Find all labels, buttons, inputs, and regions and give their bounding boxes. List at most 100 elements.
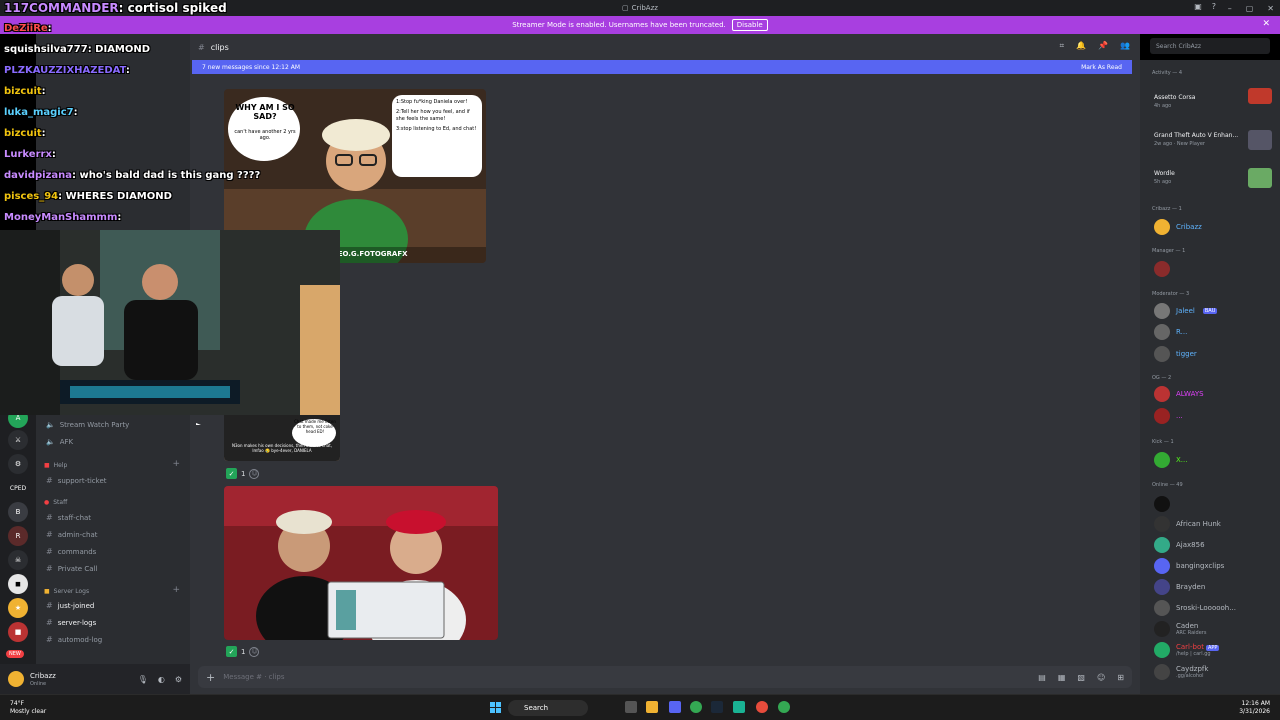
member-item[interactable]: Sroski-Loooooh...: [1154, 600, 1236, 616]
windows-start-icon[interactable]: [490, 702, 502, 714]
member-info: Caden ARC Raiders: [1176, 622, 1207, 636]
message-composer[interactable]: + Message # · clips ▤ ▦ ▧ ☺ ⊞: [198, 666, 1132, 688]
add-reaction-icon[interactable]: ☺: [249, 646, 260, 657]
channel-admin-chat[interactable]: # admin-chat: [46, 530, 97, 539]
gear-icon[interactable]: ⚙: [8, 454, 28, 474]
app-icon[interactable]: [733, 701, 745, 713]
channel-support-ticket[interactable]: # support-ticket: [46, 476, 107, 485]
gear-icon[interactable]: ⚙: [175, 675, 182, 684]
member-item[interactable]: ...: [1154, 408, 1183, 424]
channel-staff-chat[interactable]: # staff-chat: [46, 513, 91, 522]
chevron-down-icon: ■: [44, 462, 50, 469]
channel-afk[interactable]: 🔈 AFK: [46, 438, 73, 446]
member-item[interactable]: tigger: [1154, 346, 1197, 362]
add-reaction-icon[interactable]: ☺: [249, 468, 260, 479]
chat-line: pisces_94: WHERES DIAMOND: [4, 191, 172, 202]
members-icon[interactable]: 👥: [1120, 41, 1130, 51]
avatar[interactable]: [8, 671, 24, 687]
chat-line: luka_magic7:: [4, 107, 78, 118]
hash-icon: #: [46, 513, 53, 522]
help-icon[interactable]: ?: [1212, 2, 1216, 11]
sticker-icon[interactable]: ▧: [1077, 673, 1085, 682]
category-help[interactable]: ■ Help: [44, 462, 67, 469]
server-label[interactable]: CPED: [8, 478, 28, 498]
category-server-logs[interactable]: ■ Server Logs: [44, 588, 89, 595]
activity-item[interactable]: Grand Theft Auto V Enhan... 2w ago · New…: [1154, 132, 1238, 148]
taskbar-search[interactable]: Search: [508, 700, 588, 716]
check-icon[interactable]: ✓: [226, 468, 237, 479]
game-thumbnail: [1248, 130, 1272, 150]
server-icon[interactable]: ◼: [8, 574, 28, 594]
channel-stream-watch-party[interactable]: 🔈 Stream Watch Party: [46, 421, 129, 429]
minimize-button[interactable]: –: [1228, 4, 1232, 13]
member-item[interactable]: Jaleel BAU: [1154, 303, 1218, 319]
server-icon[interactable]: ★: [8, 598, 28, 618]
file-explorer-icon[interactable]: [646, 701, 658, 713]
avatar: [1154, 664, 1170, 680]
server-icon[interactable]: ☠: [8, 550, 28, 570]
member-item[interactable]: Caydzpfk .gg/alcohol: [1154, 664, 1208, 680]
close-icon[interactable]: ✕: [1262, 19, 1270, 29]
disable-button[interactable]: Disable: [731, 19, 768, 31]
channel-private-call[interactable]: # Private Call: [46, 564, 97, 573]
activity-item[interactable]: Assetto Corsa 4h ago: [1154, 94, 1195, 110]
add-channel-icon[interactable]: +: [172, 585, 180, 595]
image-attachment[interactable]: [224, 486, 498, 640]
add-channel-icon[interactable]: +: [172, 459, 180, 469]
clock[interactable]: 12:16 AM 3/31/2026: [1239, 700, 1270, 716]
chrome-icon[interactable]: [778, 701, 790, 713]
channel-commands[interactable]: # commands: [46, 547, 96, 556]
discord-taskbar-icon[interactable]: [669, 701, 681, 713]
chat-line: PLZKAUZZIXHAZEDAT:: [4, 65, 130, 76]
check-icon[interactable]: ✓: [226, 646, 237, 657]
channel-automod-log[interactable]: # automod-log: [46, 635, 102, 644]
server-icon[interactable]: ⚔: [8, 430, 28, 450]
stream-chat-overlay: 117COMMANDER: cortisol spiked DeZiiRe: s…: [0, 0, 260, 230]
member-item[interactable]: [1154, 496, 1176, 512]
gif-icon[interactable]: ▦: [1058, 673, 1066, 682]
member-item[interactable]: Brayden: [1154, 579, 1205, 595]
add-attachment-icon[interactable]: +: [206, 671, 215, 684]
threads-icon[interactable]: ⌗: [1060, 41, 1065, 51]
member-item[interactable]: R...: [1154, 324, 1187, 340]
new-messages-bar[interactable]: 7 new messages since 12:12 AM Mark As Re…: [192, 60, 1132, 74]
role-header: OG — 2: [1152, 375, 1172, 381]
server-icon[interactable]: B: [8, 502, 28, 522]
message-input[interactable]: Message # · clips: [223, 673, 284, 681]
close-button[interactable]: ✕: [1267, 4, 1274, 13]
microphone-icon[interactable]: 🎙: [138, 675, 148, 684]
weather-widget[interactable]: 74°F Mostly clear: [10, 700, 46, 716]
channel-server-logs[interactable]: # server-logs: [46, 618, 96, 627]
category-staff[interactable]: ● Staff: [44, 499, 67, 506]
headphones-icon[interactable]: ◐: [158, 675, 165, 684]
search-input[interactable]: Search CribAzz: [1150, 38, 1270, 54]
member-item[interactable]: Carl-bot APP /help | carl.gg: [1154, 642, 1220, 658]
app-icon[interactable]: [756, 701, 768, 713]
server-icon[interactable]: ■: [8, 622, 28, 642]
member-item[interactable]: Ajax856: [1154, 537, 1205, 553]
pin-icon[interactable]: 📌: [1098, 41, 1108, 51]
member-item[interactable]: X...: [1154, 452, 1187, 468]
member-item[interactable]: African Hunk: [1154, 516, 1221, 532]
task-view-icon[interactable]: [625, 701, 637, 713]
member-item[interactable]: bangingxclips: [1154, 558, 1224, 574]
steam-icon[interactable]: [711, 701, 723, 713]
emoji-icon[interactable]: ☺: [1097, 673, 1105, 682]
member-item[interactable]: Cribazz: [1154, 219, 1202, 235]
activity-item[interactable]: Wordle 5h ago: [1154, 170, 1175, 186]
mark-as-read-button[interactable]: Mark As Read: [1081, 64, 1122, 71]
channel-just-joined[interactable]: # just-joined: [46, 601, 94, 610]
gift-icon[interactable]: ▤: [1038, 673, 1046, 682]
maximize-button[interactable]: ▢: [1246, 4, 1254, 13]
chrome-icon[interactable]: [690, 701, 702, 713]
member-item[interactable]: ALWAYS: [1154, 386, 1204, 402]
hash-icon: #: [46, 618, 53, 627]
member-item[interactable]: Caden ARC Raiders: [1154, 621, 1206, 637]
inbox-icon[interactable]: ▣: [1194, 2, 1202, 11]
server-icon[interactable]: R: [8, 526, 28, 546]
member-item[interactable]: [1154, 261, 1176, 277]
bell-icon[interactable]: 🔔: [1076, 41, 1086, 51]
chat-line: Lurkerrx:: [4, 149, 56, 160]
apps-icon[interactable]: ⊞: [1117, 673, 1124, 682]
title-icons: ▣ ?: [1194, 2, 1216, 11]
